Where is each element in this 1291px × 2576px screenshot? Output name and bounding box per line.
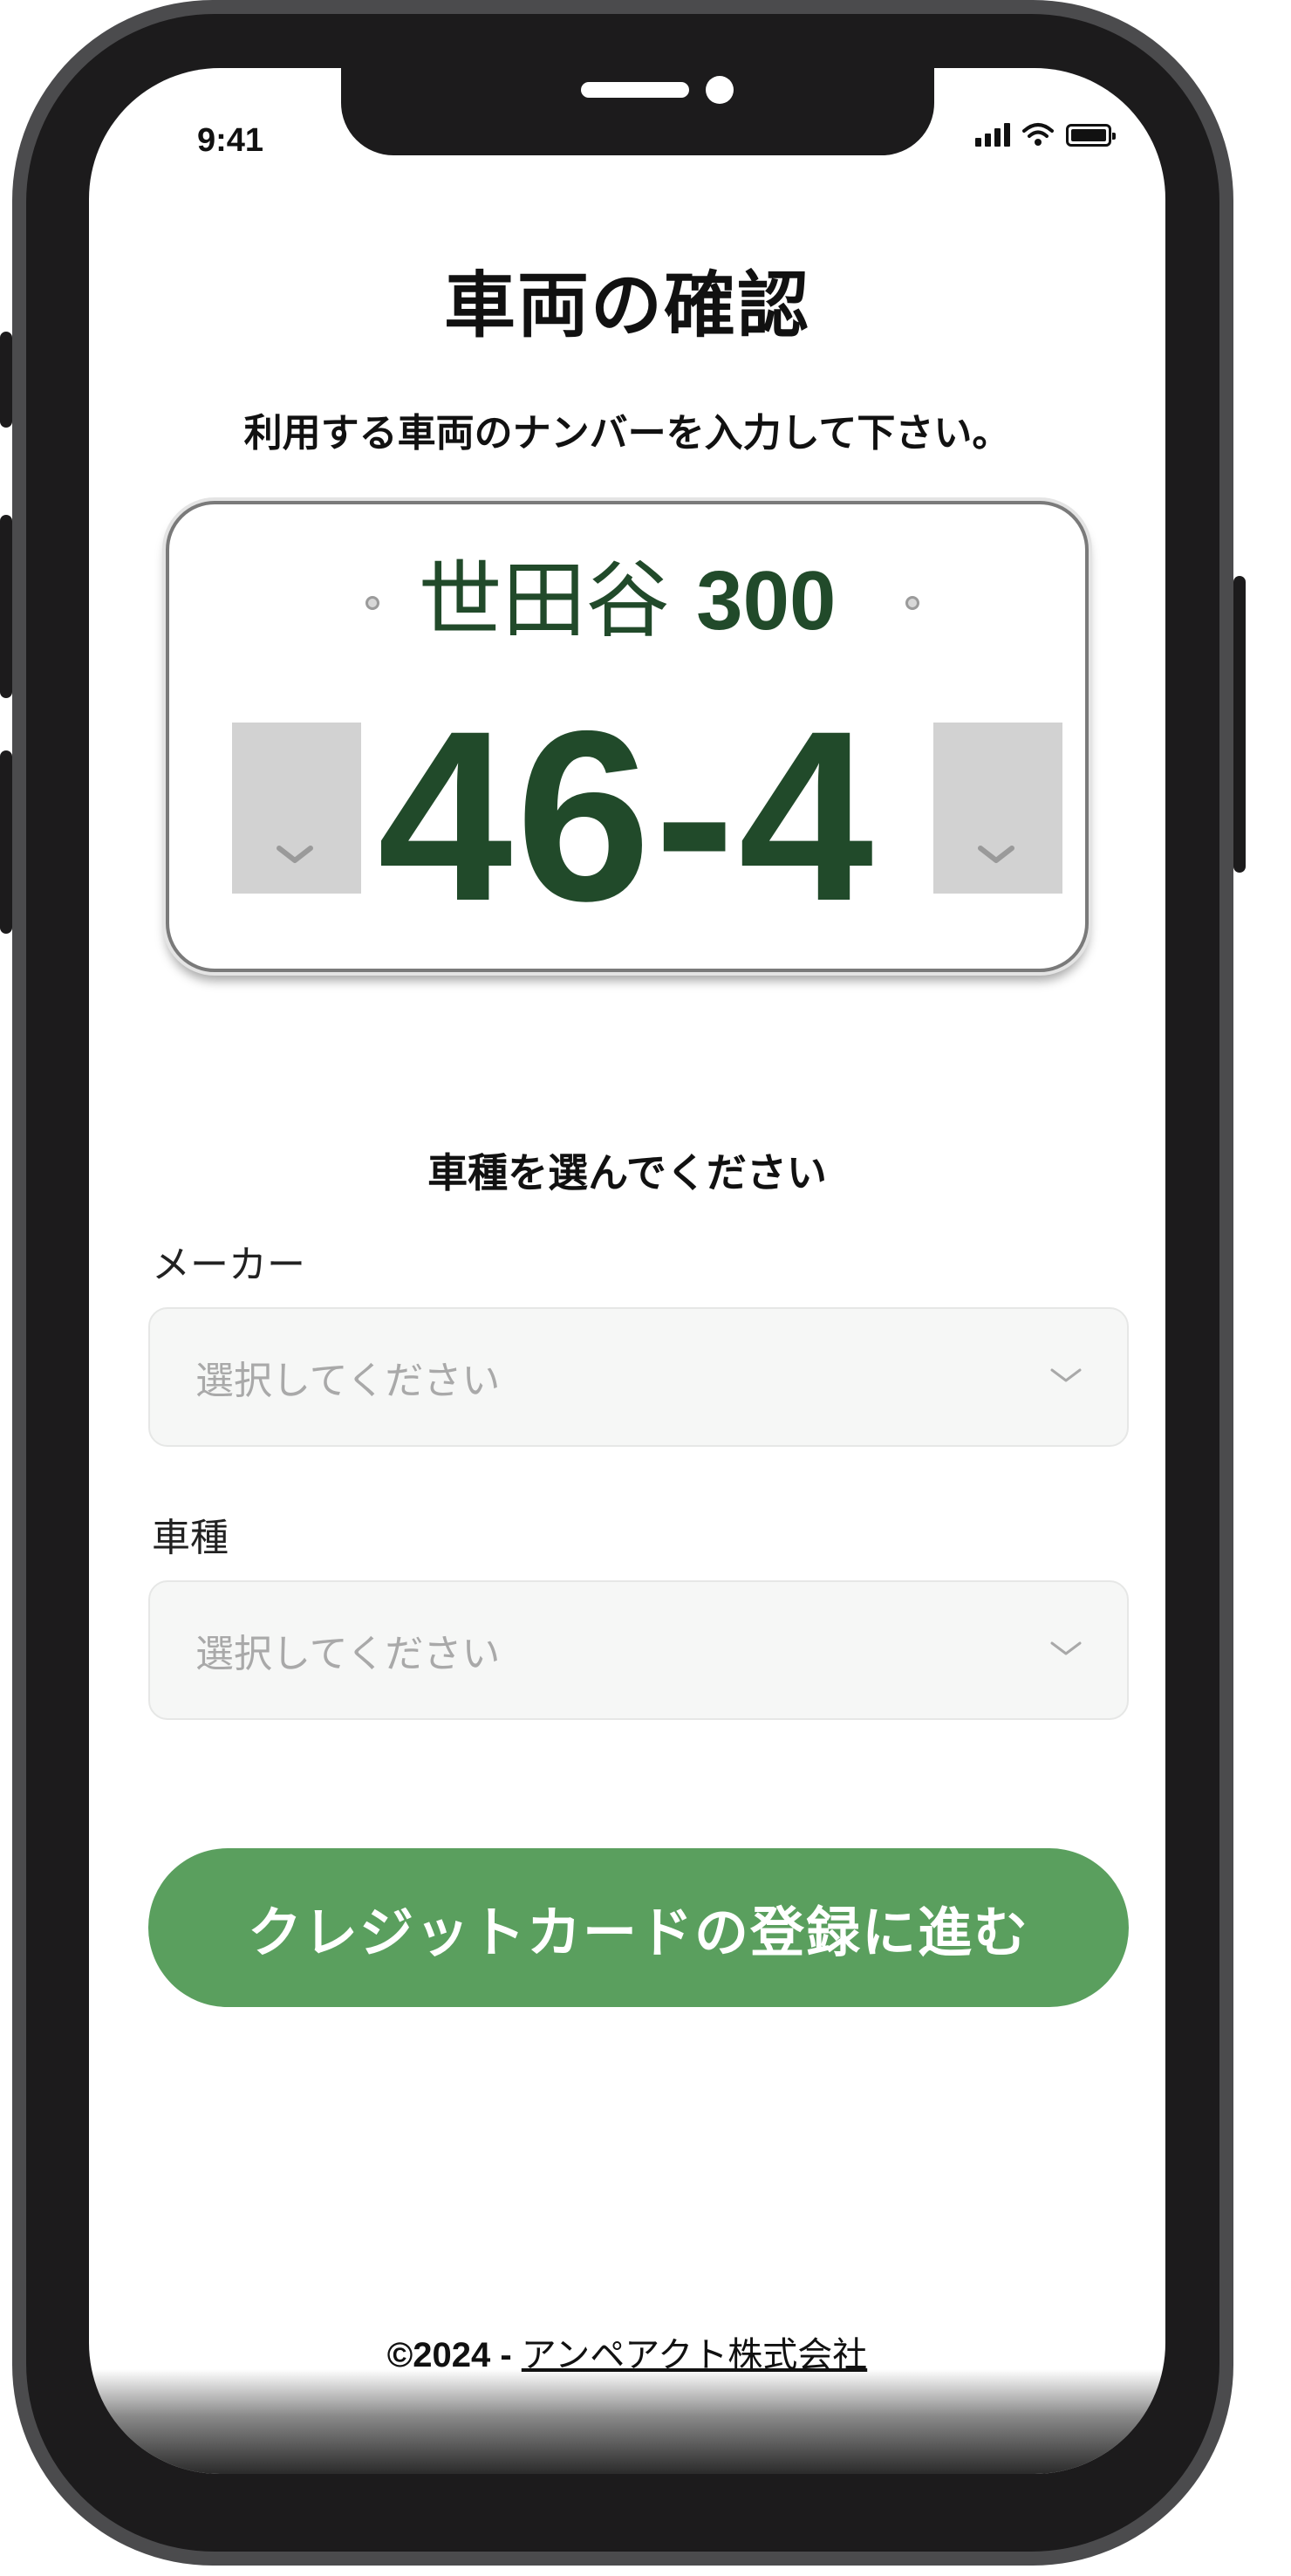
maker-select-placeholder: 選択してください — [195, 1359, 501, 1403]
volume-up-button — [0, 515, 12, 698]
proceed-credit-card-button[interactable]: クレジットカードの登録に進む — [148, 1848, 1129, 2007]
plate-region[interactable]: 世田谷 — [419, 552, 670, 649]
vehicle-section-title: 車種を選んでください — [427, 1149, 827, 1196]
maker-label: メーカー — [152, 1243, 305, 1287]
speaker — [581, 82, 689, 98]
status-time: 9:41 — [197, 122, 264, 159]
signal-icon — [975, 122, 1010, 147]
maker-select[interactable]: 選択してください — [148, 1307, 1129, 1447]
plate-top-row: 世田谷 300 — [169, 548, 1085, 654]
chevron-down-icon — [1050, 1641, 1082, 1655]
screen-bottom-shadow — [89, 2369, 1165, 2474]
page-title: 車両の確認 — [443, 264, 810, 347]
model-label: 車種 — [152, 1516, 229, 1560]
license-plate: 世田谷 300 46-4 — [166, 501, 1089, 972]
notch — [341, 68, 934, 155]
front-camera — [706, 76, 734, 104]
instruction-text: 利用する車両のナンバーを入力して下さい。 — [243, 411, 1011, 456]
volume-down-button — [0, 750, 12, 934]
plate-class-number[interactable]: 300 — [696, 554, 836, 647]
power-button — [1233, 576, 1246, 873]
status-icons — [975, 122, 1116, 147]
wifi-icon — [1022, 123, 1054, 146]
model-select[interactable]: 選択してください — [148, 1580, 1129, 1720]
chevron-down-icon — [1050, 1368, 1082, 1382]
model-select-placeholder: 選択してください — [195, 1632, 501, 1676]
plate-main-number[interactable]: 46-4 — [169, 695, 1085, 937]
phone-frame: 9:41 車両の確認 利用する車両のナンバーを入力して下さい。 世田谷 300 — [0, 0, 1246, 2566]
screen: 9:41 車両の確認 利用する車両のナンバーを入力して下さい。 世田谷 300 — [89, 68, 1165, 2474]
battery-icon — [1066, 124, 1116, 147]
silent-switch — [0, 332, 12, 428]
